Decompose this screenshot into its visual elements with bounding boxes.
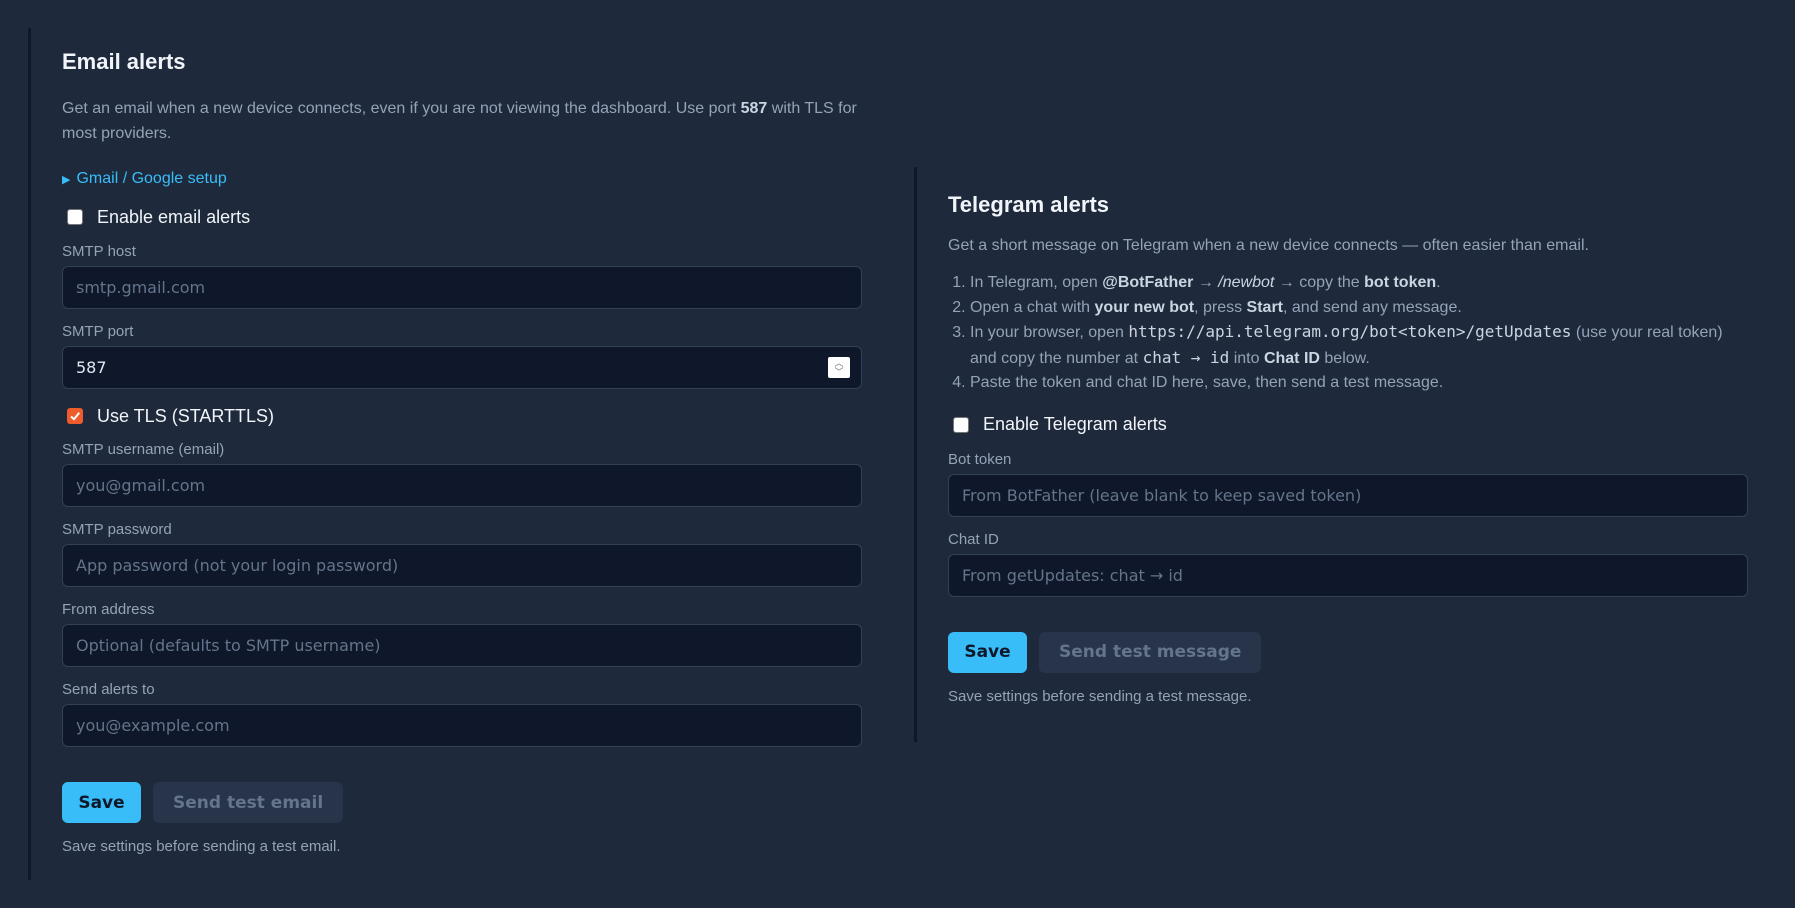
send-alerts-to-input[interactable]: [62, 704, 862, 747]
enable-telegram-alerts-checkbox[interactable]: [953, 416, 969, 433]
enable-email-alerts-label: Enable email alerts: [97, 206, 251, 227]
bot-token-input[interactable]: [948, 473, 1748, 517]
email-hint: Save settings before sending a test emai…: [62, 838, 341, 855]
email-alerts-title: Email alerts: [62, 49, 186, 74]
enable-email-alerts-row[interactable]: Enable email alerts: [62, 205, 862, 229]
smtp-port-input[interactable]: [62, 346, 862, 389]
from-address-label: From address: [62, 601, 155, 618]
send-alerts-to-label: Send alerts to: [62, 681, 155, 698]
from-address-input[interactable]: [62, 624, 862, 667]
step-item: Open a chat with your new bot, press Sta…: [970, 296, 1748, 321]
telegram-alerts-panel: Telegram alerts Get a short message on T…: [914, 167, 1774, 742]
chat-id-label: Chat ID: [948, 530, 999, 548]
enable-email-alerts-checkbox[interactable]: [67, 209, 83, 225]
smtp-host-input[interactable]: [62, 266, 862, 309]
chat-id-input[interactable]: [948, 553, 1748, 597]
gmail-setup-label: Gmail / Google setup: [76, 170, 227, 187]
checkmark-icon: [70, 412, 80, 421]
send-test-message-button[interactable]: Send test message: [1039, 631, 1262, 673]
enable-telegram-alerts-label: Enable Telegram alerts: [983, 414, 1167, 434]
chevron-down-icon[interactable]: ﹀: [834, 367, 843, 377]
enable-telegram-alerts-row[interactable]: Enable Telegram alerts: [948, 413, 1748, 437]
smtp-port-label: SMTP port: [62, 323, 134, 340]
telegram-setup-steps: In Telegram, open @BotFather → /newbot →…: [948, 271, 1748, 396]
telegram-save-button[interactable]: Save: [948, 631, 1027, 673]
email-save-button[interactable]: Save: [62, 782, 141, 823]
port-stepper[interactable]: ︿ ﹀: [828, 357, 850, 378]
bot-token-label: Bot token: [948, 450, 1012, 468]
smtp-username-label: SMTP username (email): [62, 441, 225, 458]
smtp-host-label: SMTP host: [62, 243, 136, 260]
use-tls-checkbox[interactable]: [67, 408, 83, 424]
port-emphasis: 587: [740, 100, 768, 117]
use-tls-row[interactable]: Use TLS (STARTTLS): [62, 404, 862, 428]
email-alerts-panel: Email alerts Get an email when a new dev…: [28, 28, 868, 880]
telegram-alerts-description: Get a short message on Telegram when a n…: [948, 237, 1589, 254]
smtp-password-label: SMTP password: [62, 521, 172, 538]
step-item: In your browser, open https://api.telegr…: [970, 320, 1748, 371]
step-item: Paste the token and chat ID here, save, …: [970, 371, 1748, 396]
email-alerts-description: Get an email when a new device connects,…: [62, 100, 857, 142]
telegram-hint: Save settings before sending a test mess…: [948, 687, 1252, 705]
use-tls-label: Use TLS (STARTTLS): [97, 405, 275, 426]
gmail-setup-disclosure[interactable]: ▶ Gmail / Google setup: [62, 170, 227, 188]
step-item: In Telegram, open @BotFather → /newbot →…: [970, 271, 1748, 296]
disclosure-triangle-icon: ▶: [62, 173, 71, 186]
smtp-password-input[interactable]: [62, 544, 862, 587]
telegram-alerts-title: Telegram alerts: [948, 192, 1110, 217]
smtp-username-input[interactable]: [62, 464, 862, 507]
send-test-email-button[interactable]: Send test email: [153, 782, 344, 823]
